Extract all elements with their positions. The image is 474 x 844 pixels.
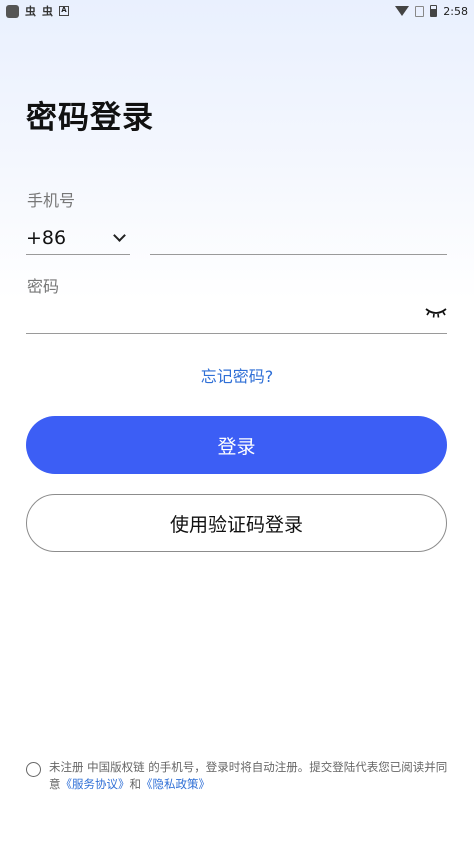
country-code-selector[interactable]: +86 [26, 222, 130, 255]
forgot-password-link[interactable]: 忘记密码? [0, 363, 474, 387]
notification-bug-icon: 虫 [25, 5, 36, 18]
agreement-text: 未注册 中国版权链 的手机号，登录时将自动注册。提交登陆代表您已阅读并同意《服务… [49, 759, 450, 793]
password-input[interactable] [26, 298, 447, 334]
status-bar-right: 2:58 [395, 5, 468, 18]
password-label: 密码 [27, 277, 60, 296]
battery-icon [430, 5, 438, 17]
status-bar-left: 虫 虫 A [6, 3, 69, 19]
service-agreement-link[interactable]: 《服务协议》 [61, 777, 130, 791]
privacy-policy-link[interactable]: 《隐私政策》 [141, 777, 210, 791]
phone-label: 手机号 [27, 191, 76, 210]
status-bar: 虫 虫 A 2:58 [0, 0, 474, 22]
country-code: +86 [26, 227, 67, 249]
agreement-radio[interactable] [26, 762, 41, 777]
agreement-and: 和 [129, 777, 142, 791]
sms-login-button[interactable]: 使用验证码登录 [26, 494, 447, 552]
chevron-down-icon [113, 228, 126, 242]
notification-bug-icon-2: 虫 [42, 5, 53, 18]
notification-square-icon [6, 4, 19, 18]
agreement-row: 未注册 中国版权链 的手机号，登录时将自动注册。提交登陆代表您已阅读并同意《服务… [26, 759, 450, 793]
wifi-icon [395, 6, 410, 16]
eye-closed-icon[interactable] [424, 305, 448, 319]
notification-a-icon: A [59, 6, 69, 16]
no-sim-icon [415, 5, 425, 17]
page-title: 密码登录 [26, 100, 154, 136]
phone-input[interactable] [150, 222, 447, 255]
status-time: 2:58 [443, 4, 468, 18]
login-button[interactable]: 登录 [26, 416, 447, 474]
